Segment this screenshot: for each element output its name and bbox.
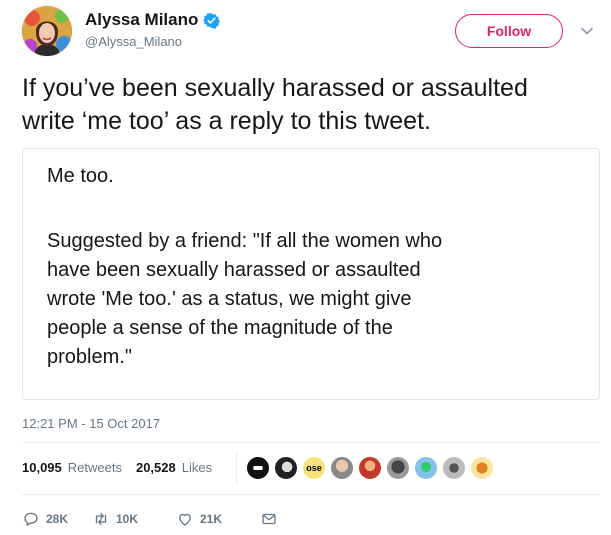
direct-message-button[interactable]	[260, 510, 290, 528]
attached-text-card[interactable]: Me too. Suggested by a friend: "If all t…	[22, 148, 600, 400]
retweet-count: 10K	[116, 512, 139, 526]
tweet-timestamp[interactable]: 12:21 PM - 15 Oct 2017	[22, 416, 160, 431]
envelope-icon	[262, 513, 276, 525]
liker-avatars: ose	[246, 456, 494, 482]
like-button[interactable]: 21K	[176, 510, 260, 528]
liker-avatar[interactable]	[442, 456, 466, 480]
heart-icon	[179, 513, 191, 526]
tweet-actions: 28K 10K 21K	[22, 508, 290, 530]
liker-avatar[interactable]	[246, 456, 270, 480]
verified-badge-icon	[203, 12, 221, 29]
reply-icon	[24, 512, 38, 526]
engagement-stats: 10,095 Retweets 20,528 Likes	[22, 460, 220, 475]
author-handle[interactable]: @Alyssa_Milano	[85, 34, 182, 49]
divider	[22, 442, 600, 443]
liker-avatar[interactable]	[414, 456, 438, 480]
liker-avatar[interactable]	[358, 456, 382, 480]
chevron-down-icon[interactable]	[580, 24, 594, 38]
retweet-icon	[95, 513, 107, 525]
card-paragraph: Suggested by a friend: "If all the women…	[47, 230, 443, 368]
avatar[interactable]	[22, 6, 72, 56]
author-name[interactable]: Alyssa Milano	[85, 10, 198, 30]
author-name-row[interactable]: Alyssa Milano	[85, 10, 221, 30]
liker-avatar[interactable]	[470, 456, 494, 480]
liker-avatar[interactable]	[274, 456, 298, 480]
divider	[22, 494, 600, 495]
liker-badge-text: ose	[306, 463, 322, 473]
card-first-line: Me too.	[47, 165, 114, 187]
reply-button[interactable]: 28K	[22, 510, 92, 528]
liker-logo-icon	[253, 466, 263, 470]
retweets-count[interactable]: 10,095	[22, 460, 62, 475]
likes-count[interactable]: 20,528	[136, 460, 176, 475]
retweet-button[interactable]: 10K	[92, 510, 176, 528]
follow-button[interactable]: Follow	[455, 14, 563, 48]
like-count: 21K	[200, 512, 223, 526]
tweet-text: If you’ve been sexually harassed or assa…	[22, 74, 528, 135]
reply-count: 28K	[46, 512, 69, 526]
liker-avatar[interactable]	[386, 456, 410, 480]
likes-label[interactable]: Likes	[182, 460, 212, 475]
liker-avatar[interactable]	[330, 456, 354, 480]
profile-photo-icon	[22, 6, 72, 56]
retweets-label[interactable]: Retweets	[68, 460, 122, 475]
stats-separator	[236, 451, 237, 485]
liker-avatar[interactable]: ose	[302, 456, 326, 480]
